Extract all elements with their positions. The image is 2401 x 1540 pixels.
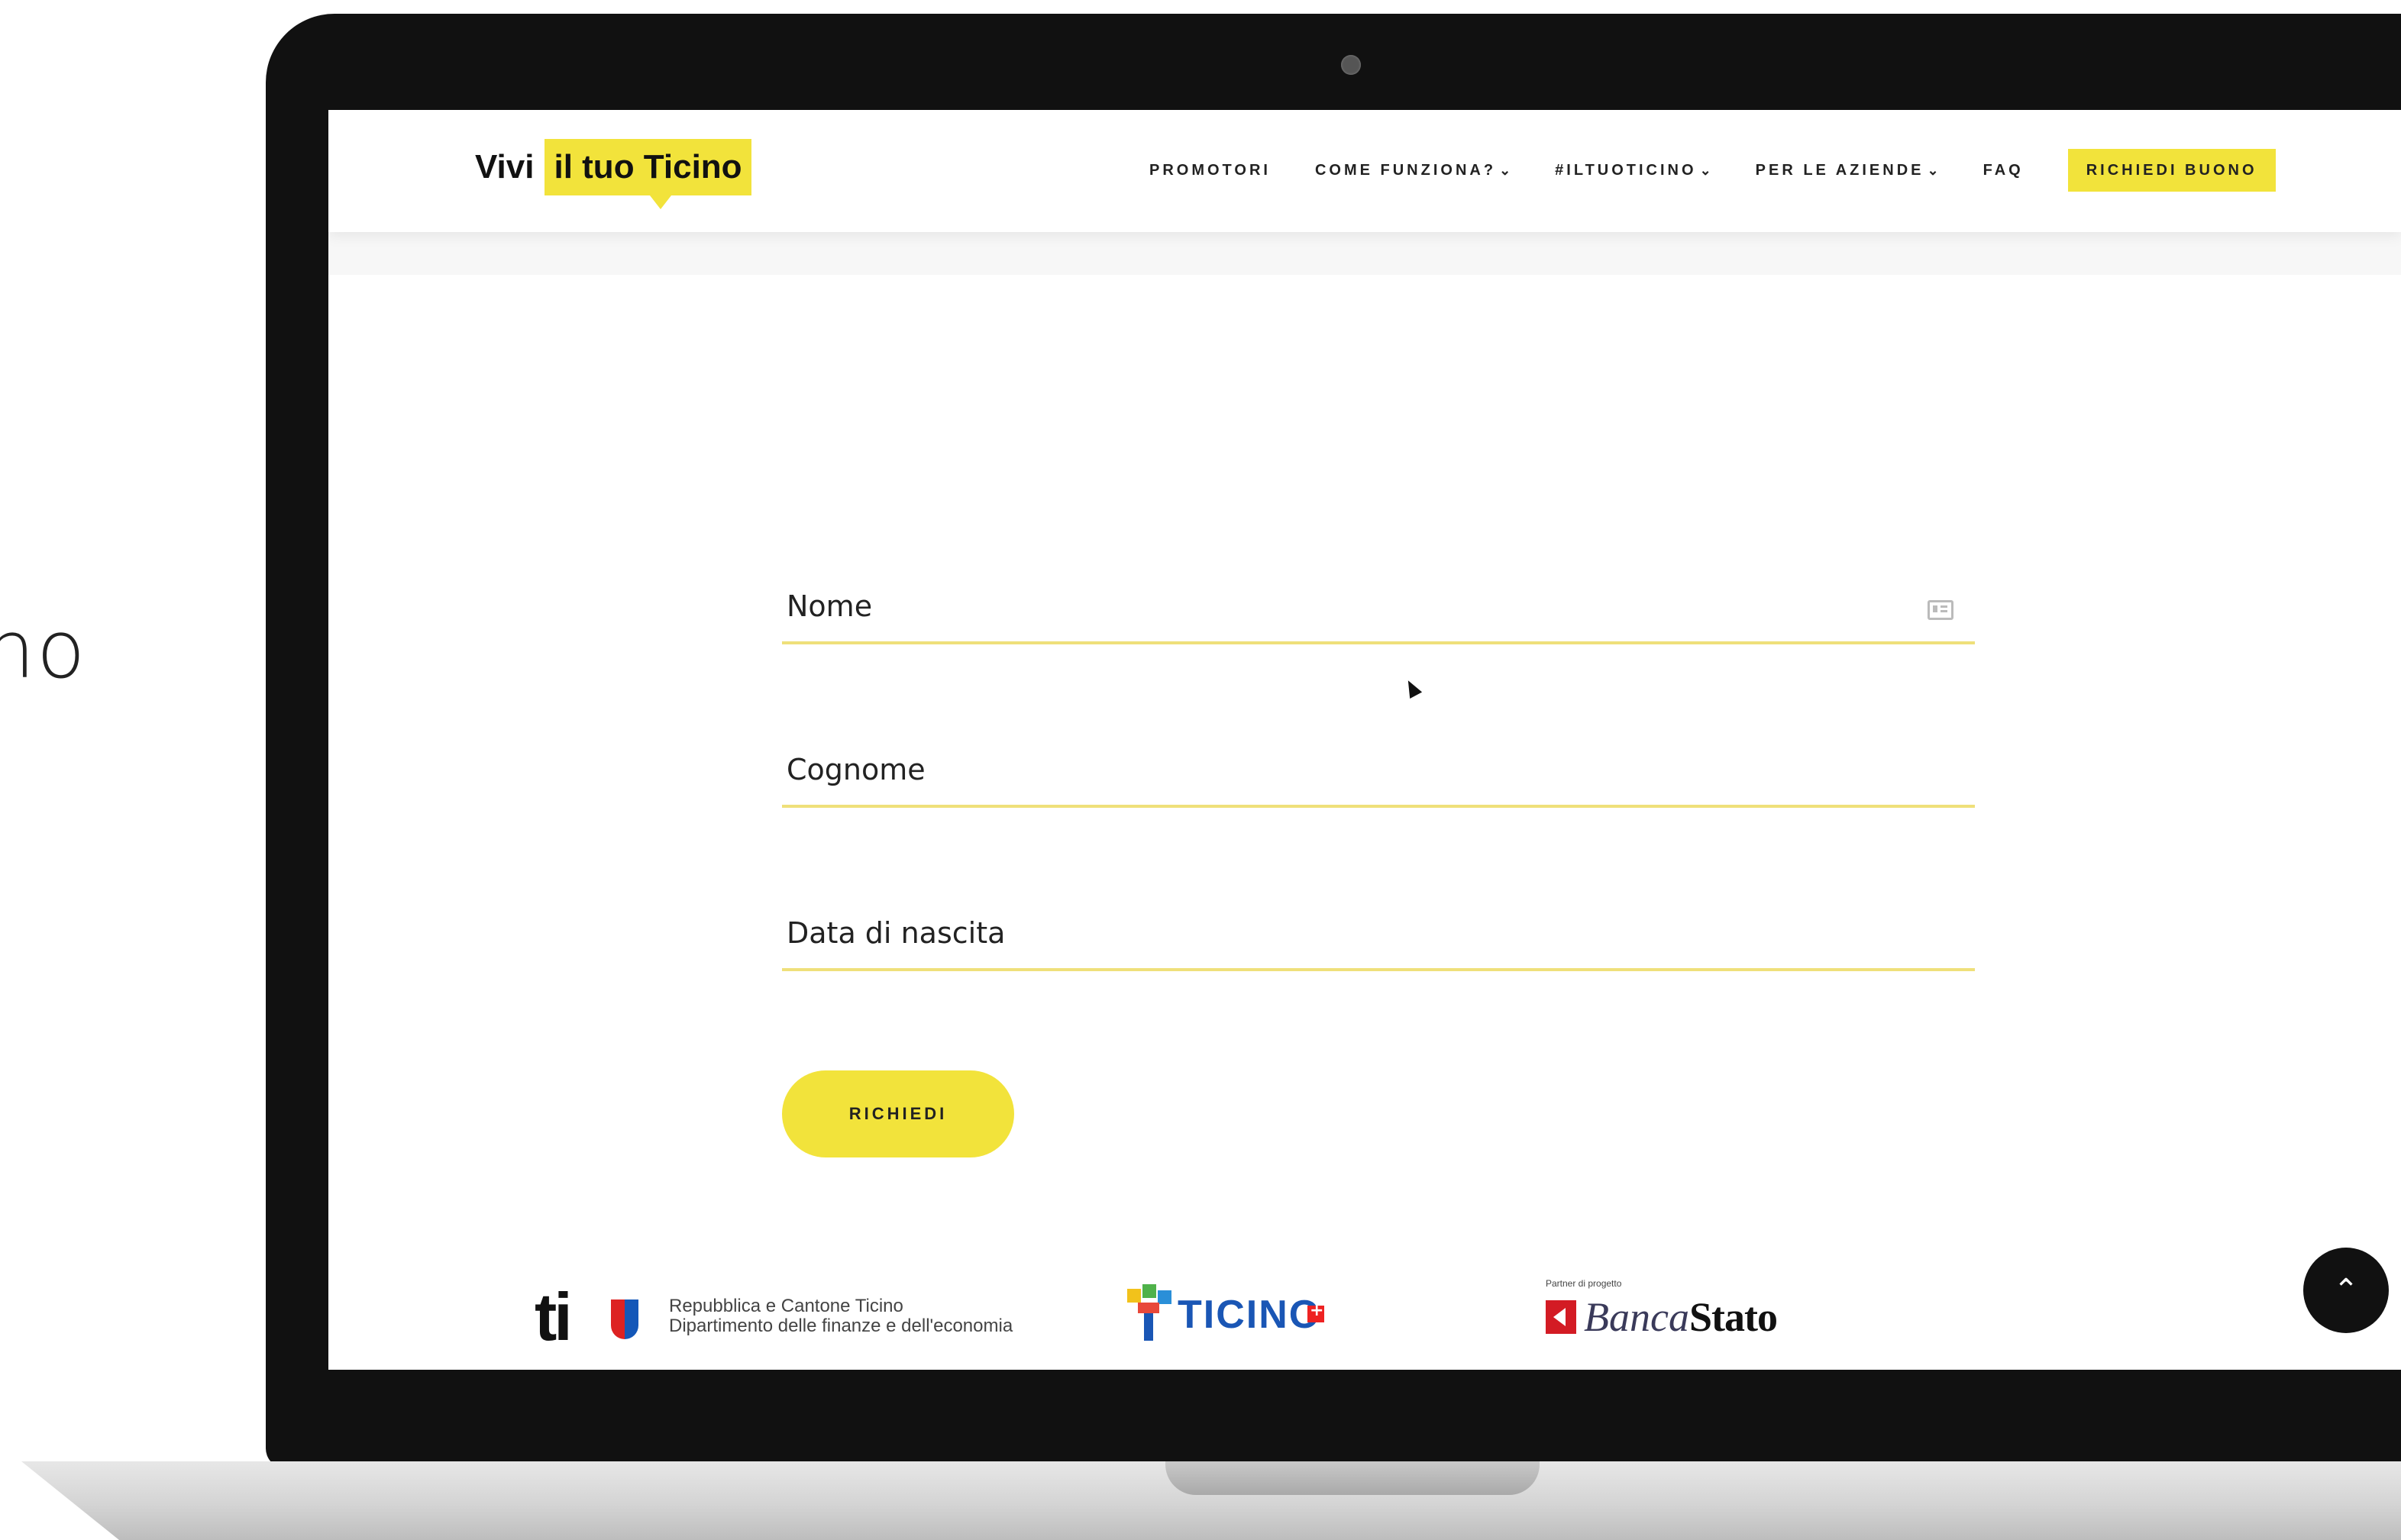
nav-per-le-aziende[interactable]: PER LE AZIENDE ⌄	[1756, 162, 1939, 179]
nav-faq[interactable]: FAQ	[1983, 162, 2024, 179]
site-logo[interactable]: Vivi il tuo Ticino	[475, 139, 751, 209]
republic-line-1: Repubblica e Cantone Ticino	[669, 1296, 903, 1316]
republic-line-2: Dipartimento delle finanze e dell'econom…	[669, 1316, 1013, 1336]
ticino-logo-text: TICINO	[1178, 1293, 1322, 1337]
logo-text-vivi: Vivi	[475, 148, 535, 186]
ticino-shield-icon	[611, 1299, 638, 1339]
nav-promotori[interactable]: PROMOTORI	[1149, 162, 1271, 179]
bancastato-logo: Banca Stato	[1546, 1293, 1778, 1341]
nav-label: COME FUNZIONA?	[1314, 161, 1497, 179]
nav-iltuoticino[interactable]: #ILTUOTICINO ⌄	[1555, 162, 1711, 179]
partner-label: Partner di progetto	[1546, 1278, 1622, 1289]
id-card-icon	[1928, 600, 1953, 620]
nav-label: FAQ	[1983, 161, 2024, 179]
nav-label: PER LE AZIENDE	[1755, 161, 1924, 179]
logo-text-highlight: il tuo Ticino	[545, 139, 751, 209]
nav-come-funziona[interactable]: COME FUNZIONA? ⌄	[1315, 162, 1511, 179]
data-di-nascita-label: Data di nascita	[787, 916, 1006, 950]
camera-dot	[1341, 55, 1361, 75]
ticino-tourism-logo-icon	[1127, 1284, 1171, 1341]
scroll-to-top-button[interactable]: ⌃	[2303, 1248, 2389, 1333]
richiedi-buono-button[interactable]: RICHIEDI BUONO	[2067, 149, 2276, 192]
laptop-notch	[1165, 1461, 1540, 1495]
nav-label: #ILTUOTICINO	[1555, 161, 1697, 179]
header-divider-band	[328, 232, 2401, 275]
background-text: no	[0, 603, 87, 696]
swiss-flag-icon	[1307, 1301, 1324, 1322]
chevron-up-icon: ⌃	[2333, 1273, 2359, 1308]
richiedi-button[interactable]: RICHIEDI	[782, 1070, 1014, 1157]
bancastato-mark-icon	[1546, 1300, 1576, 1334]
banca-text: Banca	[1584, 1294, 1689, 1340]
ti-logo: ti	[535, 1279, 573, 1354]
cognome-field[interactable]: Cognome	[782, 753, 1975, 808]
chevron-down-icon: ⌄	[1927, 162, 1939, 178]
mouse-cursor-icon	[1401, 677, 1423, 699]
laptop-screen: Vivi il tuo Ticino PROMOTORI COME FUNZIO…	[328, 110, 2401, 1370]
site-header: Vivi il tuo Ticino PROMOTORI COME FUNZIO…	[328, 110, 2401, 232]
nome-label: Nome	[787, 589, 873, 623]
main-nav: PROMOTORI COME FUNZIONA? ⌄ #ILTUOTICINO …	[1149, 147, 2276, 194]
stato-text: Stato	[1688, 1294, 1778, 1340]
chevron-down-icon: ⌄	[1499, 162, 1511, 178]
chevron-down-icon: ⌄	[1699, 162, 1711, 178]
data-di-nascita-field[interactable]: Data di nascita	[782, 916, 1975, 971]
nav-label: PROMOTORI	[1149, 161, 1271, 179]
nome-field[interactable]: Nome	[782, 589, 1975, 644]
cognome-label: Cognome	[787, 753, 926, 786]
republic-text: Repubblica e Cantone Ticino Dipartimento…	[669, 1296, 1013, 1336]
